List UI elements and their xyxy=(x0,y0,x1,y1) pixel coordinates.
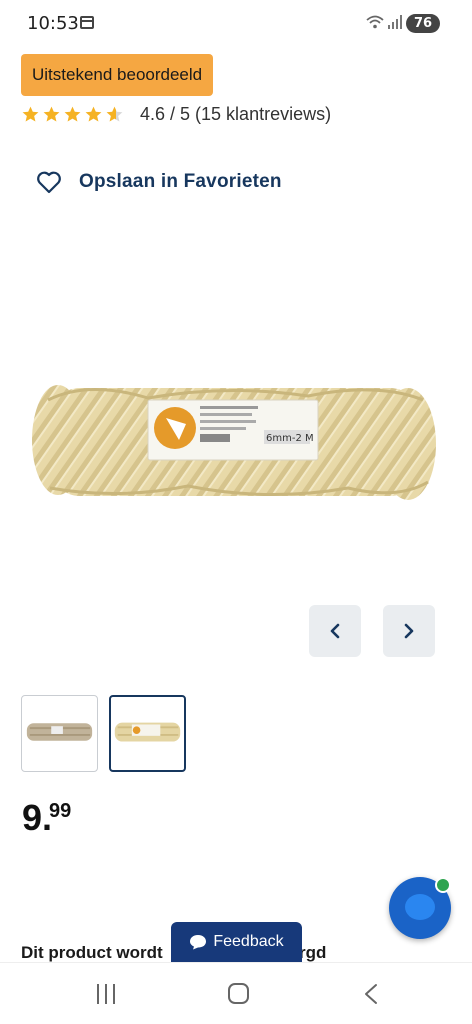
gallery-prev-button[interactable] xyxy=(309,605,361,657)
heart-outline-icon xyxy=(37,171,61,194)
recent-apps-icon[interactable] xyxy=(97,984,117,1004)
online-indicator xyxy=(435,877,451,893)
gallery-next-button[interactable] xyxy=(383,605,435,657)
signal-icon xyxy=(388,15,402,29)
wifi-icon xyxy=(366,14,384,33)
feedback-label: Feedback xyxy=(213,933,284,950)
rope-coil-product-image[interactable]: 6mm-2 M xyxy=(28,370,440,510)
calendar-icon xyxy=(80,16,94,29)
rope-thumbnail-light[interactable] xyxy=(109,695,186,772)
back-icon[interactable] xyxy=(362,983,380,1005)
save-favorite-button[interactable]: Opslaan in Favorieten xyxy=(36,168,282,196)
rating-row[interactable]: 4.6 / 5 (15 klantreviews) xyxy=(21,102,331,126)
battery-indicator: 76 xyxy=(406,14,440,33)
rope-label-text: 6mm-2 M xyxy=(266,433,314,444)
chat-assistant-icon xyxy=(405,894,435,920)
price-integer: 9. xyxy=(22,797,53,838)
chevron-right-icon xyxy=(404,623,414,639)
price-decimal: 99 xyxy=(49,800,72,822)
star-icon xyxy=(21,105,40,124)
star-rating xyxy=(21,105,124,124)
rating-badge: Uitstekend beoordeeld xyxy=(21,54,214,96)
system-nav-bar xyxy=(0,962,472,1024)
star-icon xyxy=(42,105,61,124)
chevron-left-icon xyxy=(330,623,340,639)
save-favorite-label: Opslaan in Favorieten xyxy=(79,171,282,192)
price: 9. 99 xyxy=(22,797,71,838)
rope-thumbnail-dark[interactable] xyxy=(21,695,98,772)
home-icon[interactable] xyxy=(228,983,249,1004)
status-time: 10:53 xyxy=(27,13,79,34)
star-icon xyxy=(84,105,103,124)
status-bar: 10:53 76 xyxy=(0,0,472,46)
feedback-button[interactable]: Feedback xyxy=(171,922,302,962)
notice-text-right: rgd xyxy=(299,943,327,962)
chat-bubble-icon xyxy=(190,935,207,950)
notice-text-left: Dit product wordt xyxy=(21,943,163,962)
star-icon xyxy=(63,105,82,124)
rating-text[interactable]: 4.6 / 5 (15 klantreviews) xyxy=(140,104,331,125)
star-half-icon xyxy=(105,105,124,124)
